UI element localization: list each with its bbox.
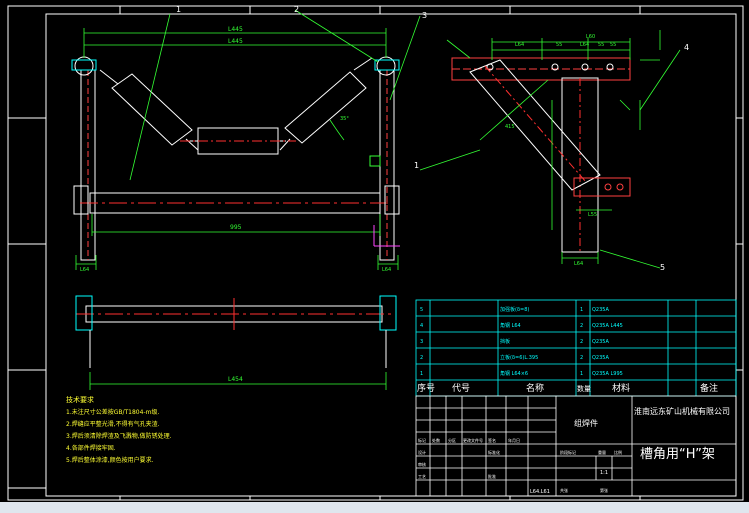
tb-label-total-sheets: 共张: [560, 487, 568, 493]
bom-row-qty: 2: [580, 323, 583, 329]
side-dim-bottom: L64: [574, 261, 583, 267]
status-bar: [0, 502, 749, 513]
bom-row-no: 2: [420, 355, 423, 361]
bom-row: 1 角钢 L64×6 1 Q235A L995: [420, 370, 623, 377]
side-dim-top-f: 55: [610, 42, 616, 48]
bom-grid: [415, 299, 737, 397]
front-dim-bottom: 995: [230, 224, 242, 231]
bom-row-material: Q235A L995: [592, 371, 623, 377]
side-vertical-post: [561, 77, 599, 253]
front-right-column: [379, 69, 395, 261]
tb-label-zone: 分区: [448, 437, 456, 443]
front-dimensions: [75, 9, 421, 270]
bom-row-qty: 1: [580, 307, 583, 313]
side-dim-top-a: L64: [515, 42, 524, 48]
drawing-title: 槽角用“H”架: [640, 447, 715, 462]
title-block-date: L64.L61: [530, 489, 550, 495]
tb-label-review: 审核: [418, 461, 426, 467]
bom-header-material: 材料: [612, 382, 630, 394]
bom-header-name: 名称: [526, 382, 544, 394]
front-view[interactable]: L445 L445 995 L64 L64 35° 1 2 3: [71, 5, 427, 273]
bom-row-no: 4: [420, 323, 423, 329]
company-name: 淮南远东矿山机械有限公司: [634, 406, 730, 416]
side-callout-1: 1: [414, 161, 419, 170]
side-callout-5: 5: [660, 263, 665, 272]
tb-label-sheet-no: 第张: [600, 487, 608, 493]
tb-label-date: 年月日: [508, 437, 520, 443]
front-callout-2: 2: [294, 5, 299, 14]
side-slot-bracket: [573, 177, 631, 197]
tb-label-standard: 标准化: [488, 449, 500, 455]
plan-view[interactable]: L454: [75, 295, 397, 390]
tb-label-scale: 比例: [614, 449, 622, 455]
scale-value: 1:1: [600, 470, 608, 476]
tb-label-approve: 批准: [488, 473, 496, 479]
tb-label-count: 处数: [432, 437, 440, 443]
side-dimensions: [419, 30, 681, 269]
technical-notes[interactable]: 技术要求 1.未注尺寸公差按GB/T1804-m级. 2.焊缝应平整光滑,不得有…: [66, 395, 172, 464]
bom-row-no: 5: [420, 307, 423, 313]
tb-label-weight: 重量: [598, 449, 606, 455]
bom-row: 5 加强板(δ=8) 1 Q235A: [420, 306, 609, 313]
bom-header-note: 备注: [700, 382, 718, 394]
bom-row-name: 加强板(δ=8): [500, 306, 529, 313]
front-dim-right-foot: L64: [382, 267, 391, 273]
tb-label-process: 工艺: [418, 474, 426, 479]
front-left-wing-roller: [99, 69, 199, 151]
side-dim-top-e: L60: [586, 34, 595, 40]
bom-row-no: 3: [420, 339, 423, 345]
side-dim-top-d: 55: [598, 42, 604, 48]
bom-row-name: 角钢 L64: [500, 322, 521, 329]
bom-header-no: 序号: [417, 382, 435, 394]
cad-drawing-canvas[interactable]: L445 L445 995 L64 L64 35° 1 2 3 L64 55 L…: [0, 0, 749, 513]
bom-row-name: 立板(δ=6)L.395: [500, 354, 538, 361]
bom-row-qty: 1: [580, 371, 583, 377]
bom-row-no: 1: [420, 371, 423, 377]
tb-label-stage: 阶段标记: [560, 449, 576, 455]
notes-line-3: 3.焊后须清除焊渣及飞溅物,做防锈处理.: [66, 432, 172, 440]
side-dim-top-c: L64: [580, 42, 589, 48]
bom-row-material: Q235A: [592, 355, 609, 361]
bom-row-qty: 2: [580, 339, 583, 345]
front-left-column: [80, 69, 96, 261]
bom-header-code: 代号: [452, 383, 470, 394]
notes-line-1: 1.未注尺寸公差按GB/T1804-m级.: [66, 408, 159, 416]
part-type-label: 组焊件: [574, 418, 598, 428]
bom-table[interactable]: 序号 代号 名称 数量 材料 备注 5 加强板(δ=8) 1 Q235A 4 角…: [415, 299, 737, 397]
bom-row-material: Q235A: [592, 307, 609, 313]
bom-row-name: 挡板: [500, 338, 510, 345]
tb-label-change-doc: 更改文件号: [463, 437, 483, 443]
front-dim-left-foot: L64: [80, 267, 89, 273]
front-bottom-beam: [73, 185, 400, 215]
title-block[interactable]: 组焊件 淮南远东矿山机械有限公司 槽角用“H”架 1:1 L64.L61 标记 …: [415, 395, 737, 497]
notes-line-4: 4.各部件焊接牢固.: [66, 444, 116, 452]
bom-row-name: 角钢 L64×6: [500, 370, 528, 377]
tb-label-mark: 标记: [418, 437, 426, 443]
front-callout-3: 3: [422, 11, 427, 20]
plan-dim-bottom: L454: [228, 376, 243, 383]
front-angle-label: 35°: [340, 116, 349, 122]
front-callout-1: 1: [176, 5, 181, 14]
bom-row-material: Q235A L445: [592, 323, 623, 329]
side-view[interactable]: L64 55 L64 55 L60 55 415 L64 L55 4 1 5: [414, 30, 689, 272]
plan-beam: [75, 295, 397, 368]
bom-row-material: Q235A: [592, 339, 609, 345]
bom-header-qty: 数量: [577, 384, 591, 393]
notes-title: 技术要求: [66, 395, 94, 404]
notes-line-2: 2.焊缝应平整光滑,不得有气孔夹渣.: [66, 420, 160, 428]
front-right-wing-roller: [279, 57, 373, 151]
bom-row-qty: 2: [580, 355, 583, 361]
tb-label-signature: 签名: [488, 437, 496, 443]
bom-row: 4 角钢 L64 2 Q235A L445: [420, 322, 623, 329]
tb-label-design: 设计: [418, 449, 426, 455]
side-dim-slot: L55: [588, 212, 597, 218]
side-dim-top-b: 55: [556, 42, 562, 48]
bom-row: 2 立板(δ=6)L.395 2 Q235A: [420, 354, 609, 361]
front-dim-top-outer: L445: [228, 26, 243, 33]
side-dim-incline: 415: [505, 124, 515, 130]
front-dim-top-inner: L445: [228, 38, 243, 45]
side-callout-4: 4: [684, 43, 689, 52]
notes-line-5: 5.焊后整体涂漆,颜色按用户要求.: [66, 456, 154, 464]
bom-row: 3 挡板 2 Q235A: [420, 338, 609, 345]
